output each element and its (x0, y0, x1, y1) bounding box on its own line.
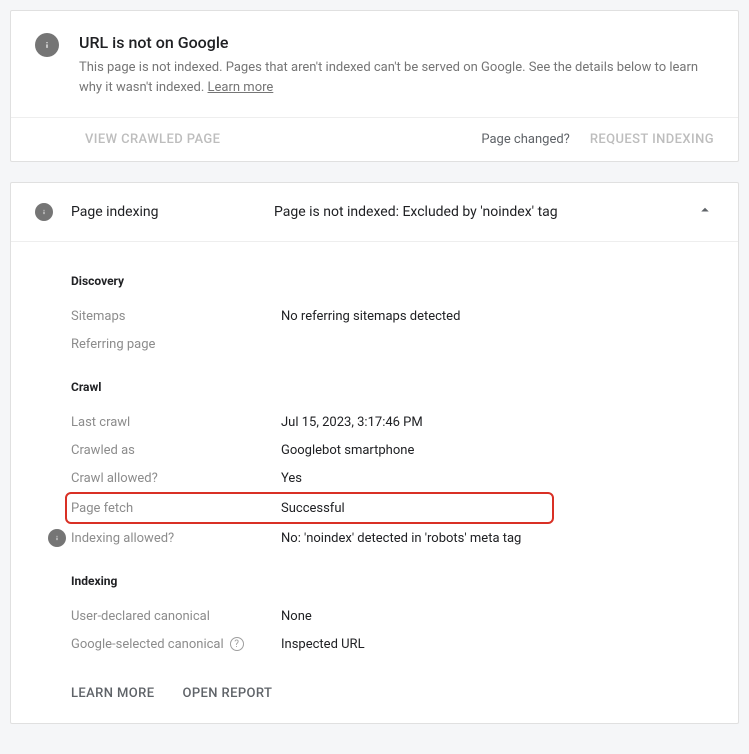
info-icon[interactable] (48, 529, 66, 547)
notice-desc-text: This page is not indexed. Pages that are… (79, 60, 698, 95)
row-crawl-allowed: Crawl allowed? Yes (71, 464, 714, 492)
row-page-fetch: Page fetch Successful (71, 494, 552, 522)
row-user-canonical: User-declared canonical None (71, 602, 714, 630)
notice: URL is not on Google This page is not in… (11, 11, 738, 117)
referring-label: Referring page (71, 337, 281, 352)
notice-footer: View crawled page Page changed? Request … (11, 117, 738, 161)
group-indexing-title: Indexing (71, 574, 714, 588)
last-crawl-label: Last crawl (71, 415, 281, 430)
google-canonical-label-text: Google-selected canonical (71, 637, 224, 652)
row-last-crawl: Last crawl Jul 15, 2023, 3:17:46 PM (71, 408, 714, 436)
indexing-section-header[interactable]: Page indexing Page is not indexed: Exclu… (11, 183, 738, 241)
notice-card: URL is not on Google This page is not in… (10, 10, 739, 162)
sitemaps-label: Sitemaps (71, 309, 281, 324)
request-indexing-button[interactable]: Request indexing (590, 132, 714, 147)
page-fetch-value: Successful (281, 501, 345, 516)
sitemaps-value: No referring sitemaps detected (281, 309, 460, 324)
section-body: Discovery Sitemaps No referring sitemaps… (11, 241, 738, 668)
card-footer: Learn more Open report (11, 668, 738, 723)
page-fetch-label: Page fetch (71, 501, 281, 516)
google-canonical-label: Google-selected canonical ? (71, 637, 281, 652)
row-google-canonical: Google-selected canonical ? Inspected UR… (71, 630, 714, 658)
google-canonical-value: Inspected URL (281, 637, 365, 652)
row-sitemaps: Sitemaps No referring sitemaps detected (71, 302, 714, 330)
user-canonical-value: None (281, 609, 312, 624)
notice-description: This page is not indexed. Pages that are… (79, 58, 714, 97)
open-report-button[interactable]: Open report (182, 686, 272, 701)
indexing-allowed-label: Indexing allowed? (71, 531, 281, 546)
crawl-allowed-value: Yes (281, 471, 302, 486)
help-icon[interactable]: ? (230, 637, 244, 651)
highlight-page-fetch: Page fetch Successful (65, 492, 554, 524)
group-discovery-title: Discovery (71, 274, 714, 288)
crawl-allowed-label: Crawl allowed? (71, 471, 281, 486)
info-icon (35, 33, 59, 57)
user-canonical-label: User-declared canonical (71, 609, 281, 624)
learn-more-button[interactable]: Learn more (71, 686, 154, 701)
row-crawled-as: Crawled as Googlebot smartphone (71, 436, 714, 464)
row-indexing-allowed: Indexing allowed? No: 'noindex' detected… (71, 524, 714, 552)
chevron-up-icon (696, 201, 714, 223)
learn-more-link[interactable]: Learn more (208, 80, 274, 95)
crawled-as-value: Googlebot smartphone (281, 443, 414, 458)
indexing-card: Page indexing Page is not indexed: Exclu… (10, 182, 739, 724)
crawled-as-label: Crawled as (71, 443, 281, 458)
notice-title: URL is not on Google (79, 33, 714, 52)
view-crawled-page-button[interactable]: View crawled page (35, 132, 220, 147)
section-status: Page is not indexed: Excluded by 'noinde… (274, 204, 678, 220)
info-icon (35, 203, 53, 221)
page-changed-label: Page changed? (481, 132, 570, 147)
last-crawl-value: Jul 15, 2023, 3:17:46 PM (281, 415, 423, 430)
section-label: Page indexing (71, 204, 256, 220)
indexing-allowed-value: No: 'noindex' detected in 'robots' meta … (281, 531, 521, 546)
row-referring-page: Referring page (71, 330, 714, 358)
group-crawl-title: Crawl (71, 380, 714, 394)
